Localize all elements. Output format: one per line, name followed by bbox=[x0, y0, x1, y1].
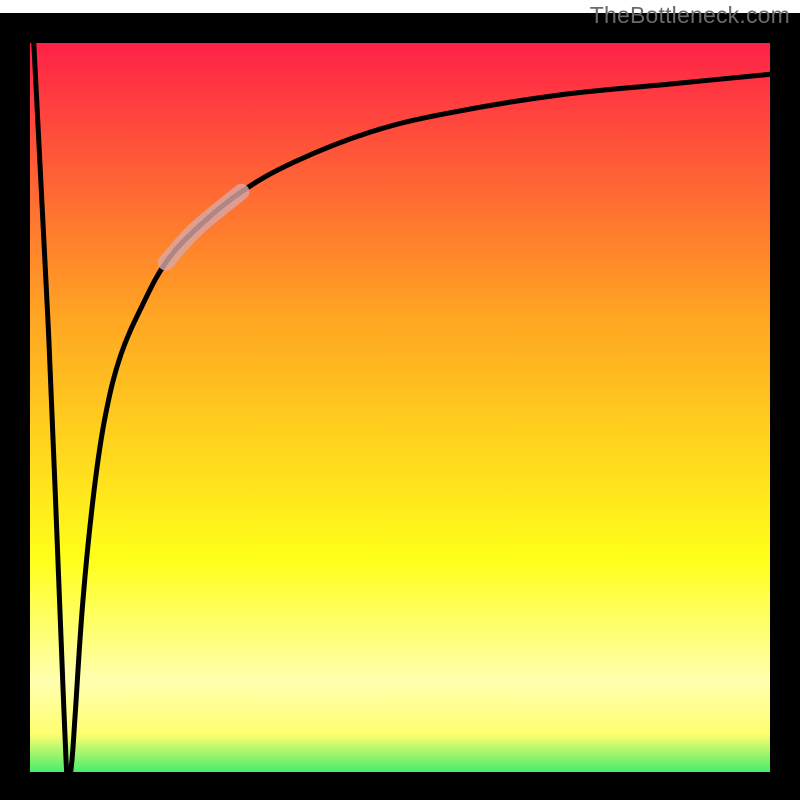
watermark-text: TheBottleneck.com bbox=[590, 2, 790, 29]
plot-background bbox=[15, 28, 785, 787]
bottleneck-chart bbox=[0, 0, 800, 800]
chart-container: { "watermark": { "text": "TheBottleneck.… bbox=[0, 0, 800, 800]
